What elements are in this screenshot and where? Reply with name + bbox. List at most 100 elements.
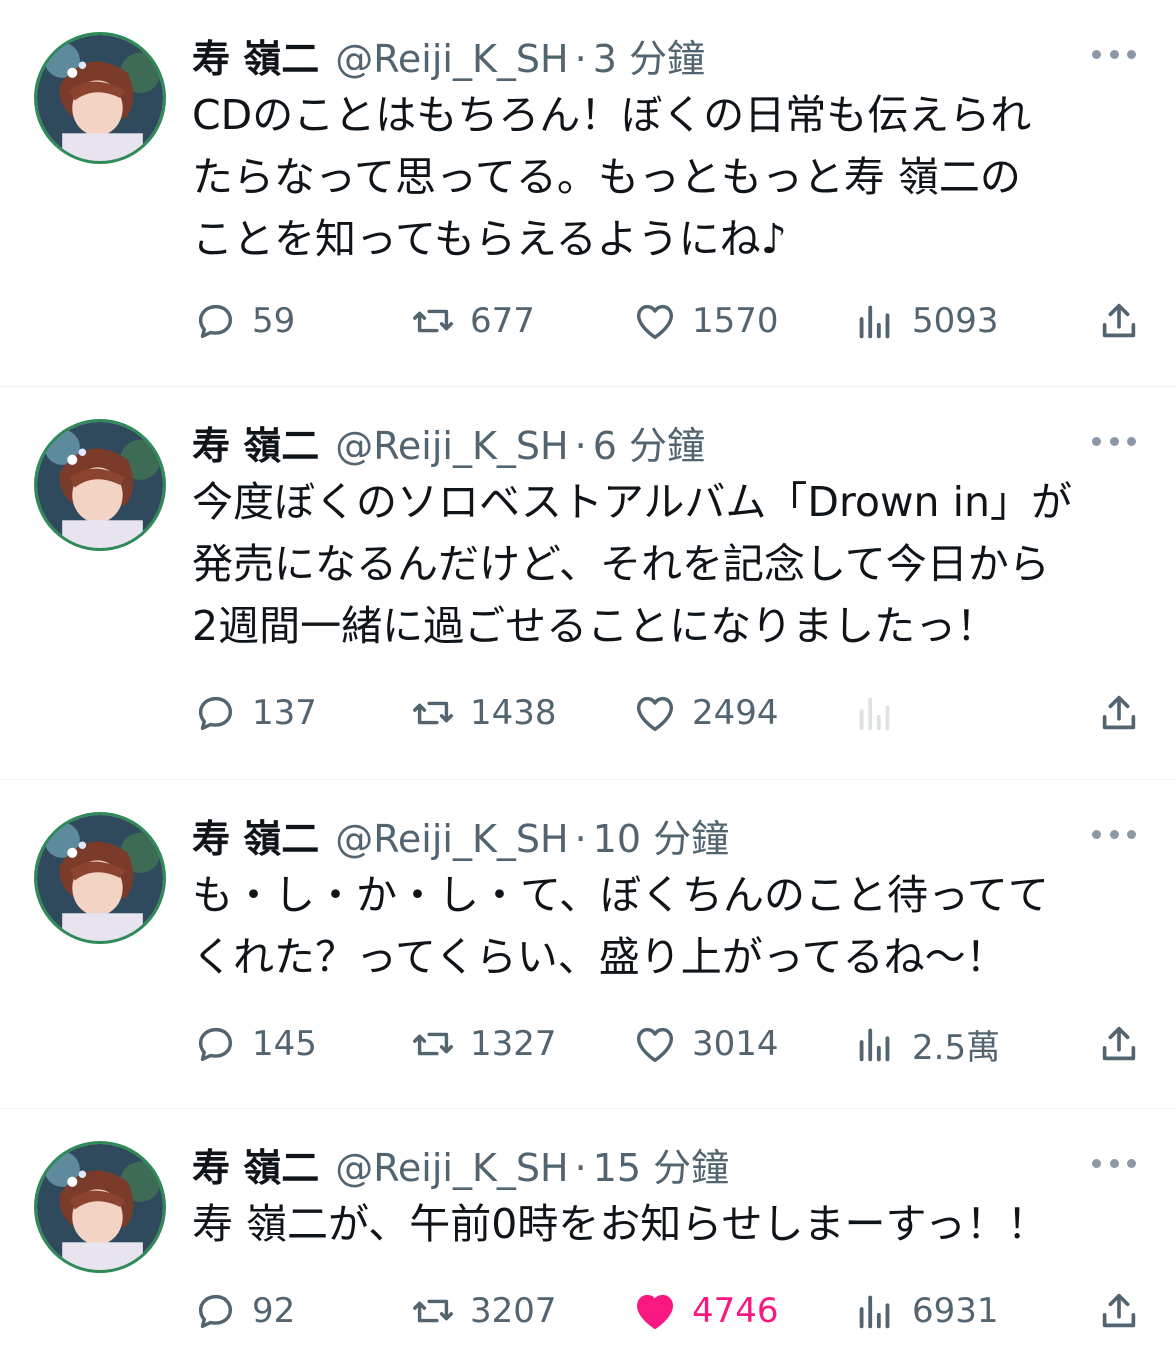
author-name[interactable]: 寿 嶺二 <box>192 415 319 470</box>
tweet-actions: 145 1327 3014 2.5萬 <box>192 1019 1142 1069</box>
views-icon <box>859 1028 890 1062</box>
retweet-icon <box>413 701 453 725</box>
reply-icon <box>198 696 233 731</box>
tweet[interactable]: 寿 嶺二 @Reiji_K_SH · 3 分鐘 CDのことはもちろん！ぼくの日常… <box>0 0 1176 386</box>
share-button[interactable] <box>1096 1286 1142 1336</box>
reply-icon <box>198 1027 233 1062</box>
author-name[interactable]: 寿 嶺二 <box>192 28 319 83</box>
reply-icon <box>198 304 233 339</box>
more-icon[interactable] <box>1092 431 1136 451</box>
reply-button[interactable]: 137 <box>192 688 317 738</box>
reply-icon <box>198 1294 233 1329</box>
retweet-button[interactable]: 677 <box>410 296 535 346</box>
like-count: 1570 <box>692 301 779 341</box>
share-button[interactable] <box>1096 296 1142 346</box>
retweet-button[interactable]: 1327 <box>410 1019 557 1069</box>
reply-count: 145 <box>252 1024 317 1064</box>
timestamp[interactable]: 6 分鐘 <box>593 415 705 470</box>
reply-count: 59 <box>252 301 296 341</box>
retweet-icon <box>413 1032 453 1056</box>
share-icon <box>1102 303 1136 338</box>
tweet-header: 寿 嶺二 @Reiji_K_SH · 15 分鐘 <box>192 1137 729 1190</box>
tweet-text: 今度ぼくのソロベストアルバム「Drown in」が 発売になるんだけど、それを記… <box>192 478 1072 650</box>
reply-count: 137 <box>252 693 317 733</box>
views-icon <box>859 305 890 339</box>
tweet-text: も・し・か・し・て、ぼくちんのこと待ってて くれた？ってくらい、盛り上がってるね… <box>192 871 1049 981</box>
tweet-header: 寿 嶺二 @Reiji_K_SH · 10 分鐘 <box>192 808 729 861</box>
reply-button[interactable]: 145 <box>192 1019 317 1069</box>
views-icon <box>859 697 890 731</box>
timestamp[interactable]: 15 分鐘 <box>593 1137 729 1192</box>
views-button[interactable]: 5093 <box>852 296 999 346</box>
author-handle[interactable]: @Reiji_K_SH <box>335 424 568 468</box>
share-icon <box>1102 1026 1136 1061</box>
retweet-button[interactable]: 1438 <box>410 688 557 738</box>
tweet[interactable]: 寿 嶺二 @Reiji_K_SH · 10 分鐘 も・し・か・し・て、ぼくちんの… <box>0 780 1176 1108</box>
timestamp[interactable]: 10 分鐘 <box>593 808 729 863</box>
reply-button[interactable]: 59 <box>192 296 295 346</box>
like-button[interactable]: 1570 <box>632 296 779 346</box>
avatar-image <box>37 1144 163 1270</box>
reply-count: 92 <box>252 1291 296 1331</box>
separator-dot: · <box>574 37 587 81</box>
tweet[interactable]: 寿 嶺二 @Reiji_K_SH · 6 分鐘 今度ぼくのソロベストアルバム「D… <box>0 387 1176 779</box>
avatar[interactable] <box>34 419 166 551</box>
separator-dot: · <box>574 424 587 468</box>
tweet-text: CDのことはもちろん！ぼくの日常も伝えられ たらなって思ってる。もっともっと寿 … <box>192 91 1032 263</box>
like-button[interactable]: 3014 <box>632 1019 779 1069</box>
like-icon <box>636 1294 674 1330</box>
like-icon <box>636 304 674 340</box>
views-button[interactable] <box>852 688 912 738</box>
author-handle[interactable]: @Reiji_K_SH <box>335 1146 568 1190</box>
views-icon <box>859 1295 890 1329</box>
avatar[interactable] <box>34 812 166 944</box>
author-name[interactable]: 寿 嶺二 <box>192 808 319 863</box>
separator-dot: · <box>574 817 587 861</box>
tweet-actions: 59 677 1570 5093 <box>192 296 1142 346</box>
avatar-image <box>37 35 163 161</box>
like-icon <box>636 1027 674 1063</box>
retweet-count: 1327 <box>470 1024 557 1064</box>
author-name[interactable]: 寿 嶺二 <box>192 1137 319 1192</box>
views-button[interactable]: 6931 <box>852 1286 999 1336</box>
timeline-feed: 寿 嶺二 @Reiji_K_SH · 3 分鐘 CDのことはもちろん！ぼくの日常… <box>0 0 1176 1364</box>
avatar[interactable] <box>34 32 166 164</box>
timestamp[interactable]: 3 分鐘 <box>593 28 705 83</box>
share-button[interactable] <box>1096 1019 1142 1069</box>
tweet-header: 寿 嶺二 @Reiji_K_SH · 6 分鐘 <box>192 415 705 468</box>
share-icon <box>1102 1293 1136 1328</box>
like-count: 3014 <box>692 1024 779 1064</box>
tweet-actions: 92 3207 4746 6931 <box>192 1286 1142 1336</box>
more-icon[interactable] <box>1092 824 1136 844</box>
retweet-icon <box>413 309 453 333</box>
author-handle[interactable]: @Reiji_K_SH <box>335 817 568 861</box>
share-icon <box>1102 695 1136 730</box>
like-button[interactable]: 4746 <box>632 1286 779 1336</box>
like-count: 2494 <box>692 693 779 733</box>
more-icon[interactable] <box>1092 44 1136 64</box>
tweet-actions: 137 1438 2494 <box>192 688 1142 738</box>
avatar[interactable] <box>34 1141 166 1273</box>
share-button[interactable] <box>1096 688 1142 738</box>
views-count: 2.5萬 <box>912 1027 1001 1068</box>
author-handle[interactable]: @Reiji_K_SH <box>335 37 568 81</box>
tweet-text: 寿 嶺二が、午前0時をお知らせしまーすっ！！ <box>192 1200 1048 1248</box>
avatar-image <box>37 422 163 548</box>
retweet-count: 1438 <box>470 693 557 733</box>
like-icon <box>636 696 674 732</box>
views-button[interactable]: 2.5萬 <box>852 1019 1000 1069</box>
views-count: 5093 <box>912 301 999 341</box>
reply-button[interactable]: 92 <box>192 1286 295 1336</box>
retweet-count: 677 <box>470 301 535 341</box>
separator-dot: · <box>574 1146 587 1190</box>
retweet-count: 3207 <box>470 1291 557 1331</box>
like-button[interactable]: 2494 <box>632 688 779 738</box>
views-count: 6931 <box>912 1291 999 1331</box>
tweet-header: 寿 嶺二 @Reiji_K_SH · 3 分鐘 <box>192 28 705 81</box>
tweet[interactable]: 寿 嶺二 @Reiji_K_SH · 15 分鐘 寿 嶺二が、午前0時をお知らせ… <box>0 1109 1176 1364</box>
retweet-icon <box>413 1299 453 1323</box>
avatar-image <box>37 815 163 941</box>
more-icon[interactable] <box>1092 1153 1136 1173</box>
like-count: 4746 <box>692 1291 779 1331</box>
retweet-button[interactable]: 3207 <box>410 1286 557 1336</box>
